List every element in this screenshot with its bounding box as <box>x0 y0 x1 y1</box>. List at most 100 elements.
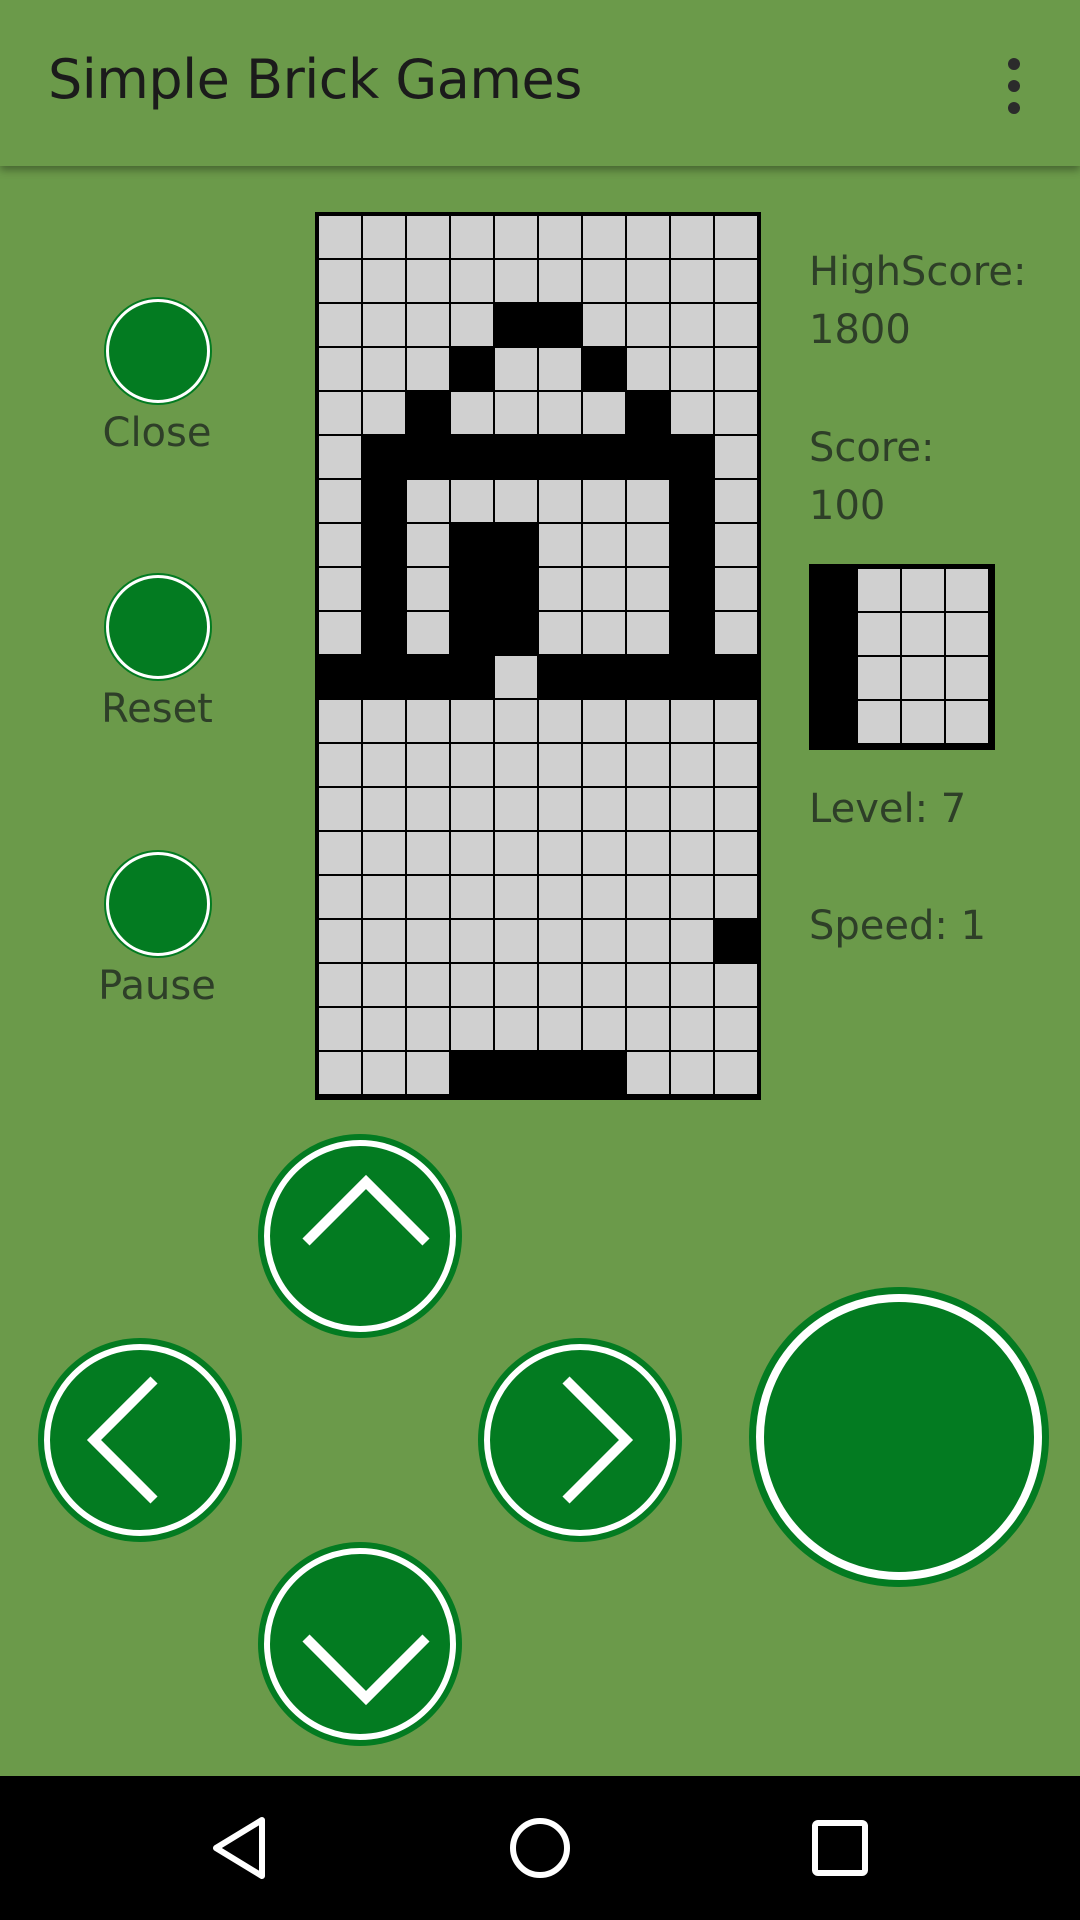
empty-cell <box>407 832 449 874</box>
empty-cell <box>495 1008 537 1050</box>
empty-cell <box>671 700 713 742</box>
empty-cell <box>495 832 537 874</box>
filled-cell <box>671 436 713 478</box>
filled-cell <box>495 1052 537 1094</box>
score-label: Score: <box>809 425 935 471</box>
filled-cell <box>814 569 856 611</box>
empty-cell <box>858 569 900 611</box>
empty-cell <box>319 876 361 918</box>
empty-cell <box>495 920 537 962</box>
empty-cell <box>495 744 537 786</box>
overflow-dot <box>1008 58 1020 70</box>
empty-cell <box>715 260 757 302</box>
empty-cell <box>407 304 449 346</box>
filled-cell <box>814 657 856 699</box>
filled-cell <box>407 436 449 478</box>
empty-cell <box>715 304 757 346</box>
empty-cell <box>902 701 944 743</box>
empty-cell <box>407 260 449 302</box>
left-button[interactable] <box>44 1344 236 1536</box>
empty-cell <box>319 348 361 390</box>
filled-cell <box>319 656 361 698</box>
rotate-action-button[interactable] <box>756 1294 1042 1580</box>
empty-cell <box>539 612 581 654</box>
filled-cell <box>671 480 713 522</box>
empty-cell <box>451 700 493 742</box>
empty-cell <box>407 524 449 566</box>
pause-label: Pause <box>98 963 216 1009</box>
empty-cell <box>363 392 405 434</box>
empty-cell <box>407 348 449 390</box>
empty-cell <box>583 216 625 258</box>
empty-cell <box>319 700 361 742</box>
empty-cell <box>363 832 405 874</box>
empty-cell <box>583 744 625 786</box>
empty-cell <box>319 480 361 522</box>
empty-cell <box>451 876 493 918</box>
empty-cell <box>539 788 581 830</box>
empty-cell <box>627 788 669 830</box>
empty-cell <box>627 1052 669 1094</box>
recents-square-icon[interactable] <box>804 1812 876 1884</box>
empty-cell <box>451 964 493 1006</box>
empty-cell <box>451 744 493 786</box>
filled-cell <box>451 656 493 698</box>
empty-cell <box>319 260 361 302</box>
empty-cell <box>715 524 757 566</box>
right-button[interactable] <box>484 1344 676 1536</box>
empty-cell <box>946 701 988 743</box>
game-board <box>315 212 761 1100</box>
empty-cell <box>715 436 757 478</box>
empty-cell <box>495 392 537 434</box>
empty-cell <box>583 480 625 522</box>
empty-cell <box>946 657 988 699</box>
empty-cell <box>583 568 625 610</box>
empty-cell <box>671 744 713 786</box>
chevron-down-icon <box>302 1634 430 1706</box>
up-button[interactable] <box>264 1140 456 1332</box>
more-vert-icon[interactable] <box>996 56 1032 116</box>
empty-cell <box>539 744 581 786</box>
empty-cell <box>715 612 757 654</box>
empty-cell <box>946 613 988 655</box>
empty-cell <box>539 392 581 434</box>
back-triangle-icon[interactable] <box>204 1812 276 1884</box>
empty-cell <box>715 700 757 742</box>
filled-cell <box>363 656 405 698</box>
empty-cell <box>946 569 988 611</box>
filled-cell <box>627 436 669 478</box>
empty-cell <box>363 920 405 962</box>
empty-cell <box>319 744 361 786</box>
empty-cell <box>407 568 449 610</box>
empty-cell <box>539 348 581 390</box>
empty-cell <box>671 348 713 390</box>
overflow-dot <box>1008 80 1020 92</box>
down-button[interactable] <box>264 1548 456 1740</box>
empty-cell <box>363 216 405 258</box>
reset-button[interactable] <box>106 575 210 679</box>
filled-cell <box>583 656 625 698</box>
pause-button[interactable] <box>106 852 210 956</box>
empty-cell <box>627 964 669 1006</box>
next-piece-preview <box>809 564 995 750</box>
filled-cell <box>627 392 669 434</box>
filled-cell <box>583 1052 625 1094</box>
close-button[interactable] <box>106 299 210 403</box>
empty-cell <box>319 612 361 654</box>
empty-cell <box>858 701 900 743</box>
system-navigation-bar <box>0 1776 1080 1920</box>
empty-cell <box>407 920 449 962</box>
empty-cell <box>363 304 405 346</box>
filled-cell <box>451 524 493 566</box>
empty-cell <box>715 216 757 258</box>
close-label: Close <box>102 410 212 456</box>
empty-cell <box>902 613 944 655</box>
filled-cell <box>451 1052 493 1094</box>
filled-cell <box>671 612 713 654</box>
empty-cell <box>407 1052 449 1094</box>
empty-cell <box>451 260 493 302</box>
empty-cell <box>539 700 581 742</box>
home-circle-icon[interactable] <box>504 1812 576 1884</box>
empty-cell <box>627 920 669 962</box>
empty-cell <box>627 568 669 610</box>
